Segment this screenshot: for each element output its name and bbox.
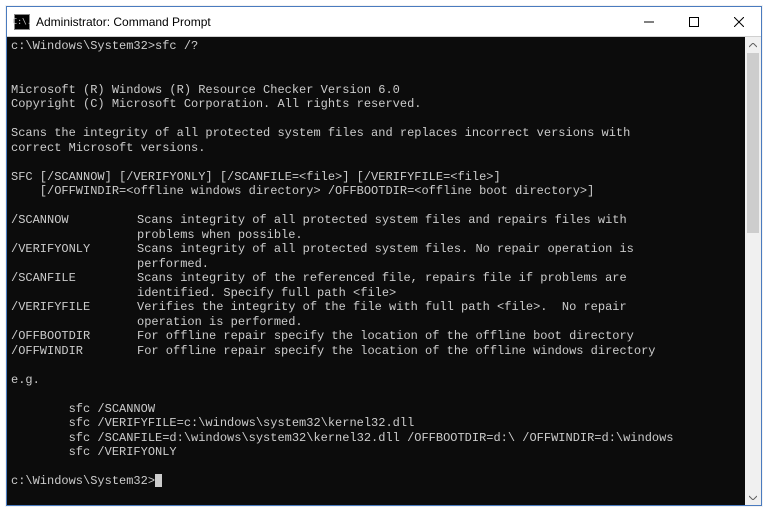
cmd-window: C:\. Administrator: Command Prompt c:\Wi… [6,6,762,506]
option-key: /OFFBOOTDIR [11,329,137,344]
option-row: /OFFWINDIRFor offline repair specify the… [11,344,741,359]
maximize-button[interactable] [671,7,716,36]
example-line: sfc /VERIFYFILE=c:\windows\system32\kern… [11,416,414,430]
option-desc: Scans integrity of all protected system … [137,242,634,271]
option-desc: For offline repair specify the location … [137,344,655,359]
option-key: /VERIFYFILE [11,300,137,329]
prompt-path: c:\Windows\System32> [11,474,155,489]
option-desc: Scans integrity of all protected system … [137,213,627,242]
scroll-up-button[interactable] [745,37,761,53]
example-heading: e.g. [11,373,40,387]
option-key: /SCANFILE [11,271,137,300]
header-line-2: Copyright (C) Microsoft Corporation. All… [11,97,421,111]
chevron-down-icon [749,495,757,500]
close-icon [734,17,744,27]
option-key: /VERIFYONLY [11,242,137,271]
option-key: /OFFWINDIR [11,344,137,359]
example-line: sfc /SCANNOW [11,402,155,416]
option-row: /VERIFYFILEVerifies the integrity of the… [11,300,741,329]
option-key: /SCANNOW [11,213,137,242]
window-controls [626,7,761,36]
close-button[interactable] [716,7,761,36]
description-text: Scans the integrity of all protected sys… [11,126,630,155]
usage-line-1: SFC [/SCANNOW] [/VERIFYONLY] [/SCANFILE=… [11,170,501,184]
scrollbar-track[interactable] [745,53,761,489]
maximize-icon [689,17,699,27]
prompt-command: sfc /? [155,39,198,54]
option-row: /VERIFYONLYScans integrity of all protec… [11,242,741,271]
option-desc: For offline repair specify the location … [137,329,634,344]
text-cursor [155,474,162,487]
usage-line-2: [/OFFWINDIR=<offline windows directory> … [11,184,594,198]
console-area: c:\Windows\System32>sfc /? Microsoft (R)… [7,37,761,505]
minimize-button[interactable] [626,7,671,36]
example-line: sfc /VERIFYONLY [11,445,177,459]
example-line: sfc /SCANFILE=d:\windows\system32\kernel… [11,431,674,445]
header-line-1: Microsoft (R) Windows (R) Resource Check… [11,83,400,97]
option-desc: Verifies the integrity of the file with … [137,300,627,329]
options-list: /SCANNOWScans integrity of all protected… [11,213,741,358]
vertical-scrollbar[interactable] [745,37,761,505]
option-row: /OFFBOOTDIRFor offline repair specify th… [11,329,741,344]
option-row: /SCANNOWScans integrity of all protected… [11,213,741,242]
chevron-up-icon [749,43,757,48]
cmd-icon: C:\. [14,14,30,30]
scrollbar-thumb[interactable] [747,53,759,233]
scroll-down-button[interactable] [745,489,761,505]
prompt-path: c:\Windows\System32> [11,39,155,54]
minimize-icon [644,17,654,27]
window-title: Administrator: Command Prompt [36,15,626,29]
console-output[interactable]: c:\Windows\System32>sfc /? Microsoft (R)… [7,37,745,505]
titlebar[interactable]: C:\. Administrator: Command Prompt [7,7,761,37]
option-desc: Scans integrity of the referenced file, … [137,271,627,300]
option-row: /SCANFILEScans integrity of the referenc… [11,271,741,300]
